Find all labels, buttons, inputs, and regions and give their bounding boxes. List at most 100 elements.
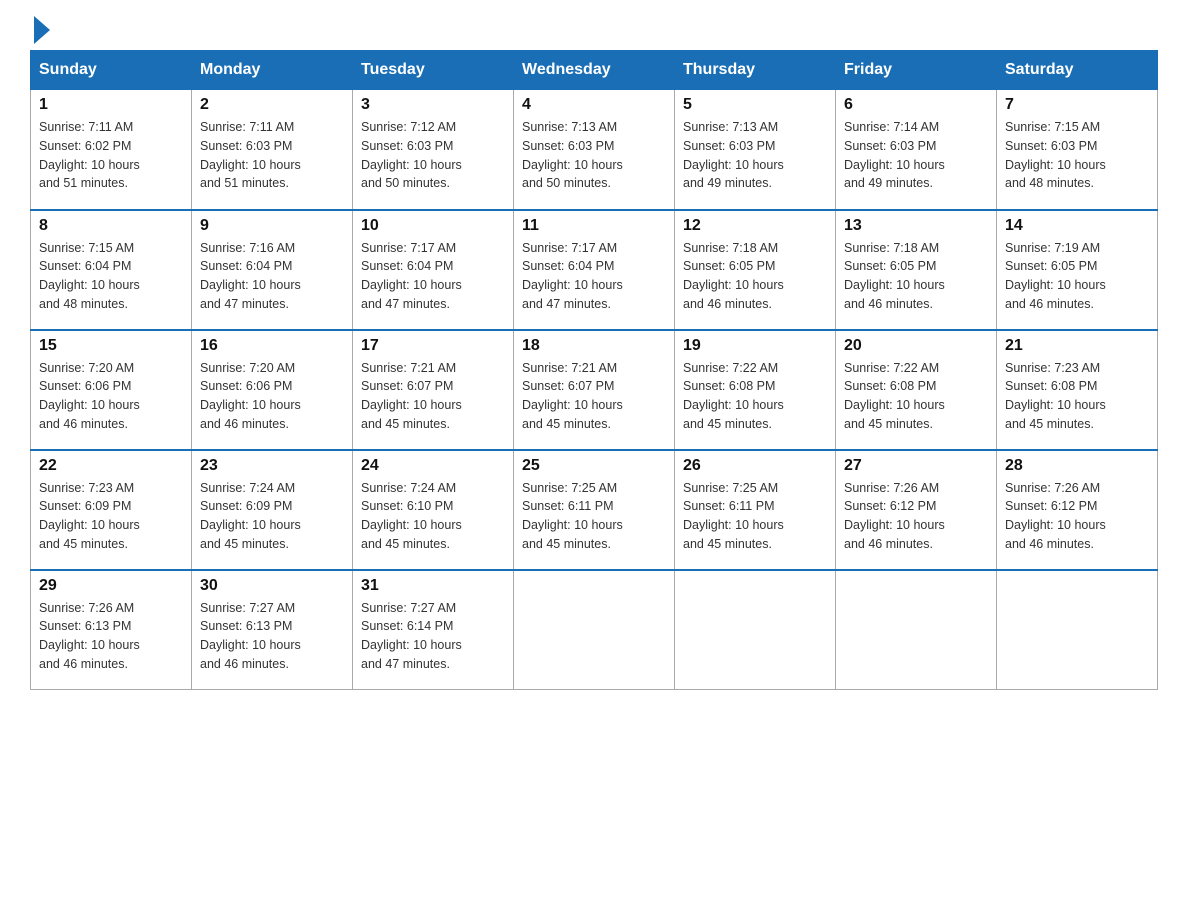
day-info: Sunrise: 7:16 AMSunset: 6:04 PMDaylight:… [200,239,344,314]
day-info: Sunrise: 7:17 AMSunset: 6:04 PMDaylight:… [361,239,505,314]
day-number: 13 [844,217,988,235]
day-info: Sunrise: 7:22 AMSunset: 6:08 PMDaylight:… [844,359,988,434]
day-info: Sunrise: 7:24 AMSunset: 6:10 PMDaylight:… [361,479,505,554]
logo-arrow-icon [34,16,50,44]
day-number: 2 [200,96,344,114]
day-number: 30 [200,577,344,595]
calendar-day-cell: 11 Sunrise: 7:17 AMSunset: 6:04 PMDayligh… [514,210,675,330]
calendar-day-cell: 25 Sunrise: 7:25 AMSunset: 6:11 PMDayligh… [514,450,675,570]
calendar-day-cell [997,570,1158,690]
day-number: 3 [361,96,505,114]
day-info: Sunrise: 7:25 AMSunset: 6:11 PMDaylight:… [522,479,666,554]
calendar-day-cell: 2 Sunrise: 7:11 AMSunset: 6:03 PMDaylight… [192,90,353,210]
day-number: 25 [522,457,666,475]
logo [30,20,50,40]
calendar-week-row: 1 Sunrise: 7:11 AMSunset: 6:02 PMDaylight… [31,90,1158,210]
calendar-day-cell: 27Sunrise: 7:26 AMSunset: 6:12 PMDayligh… [836,450,997,570]
day-info: Sunrise: 7:13 AMSunset: 6:03 PMDaylight:… [522,118,666,193]
calendar-day-cell: 30 Sunrise: 7:27 AMSunset: 6:13 PMDayligh… [192,570,353,690]
day-info: Sunrise: 7:12 AMSunset: 6:03 PMDaylight:… [361,118,505,193]
calendar-day-cell: 4 Sunrise: 7:13 AMSunset: 6:03 PMDaylight… [514,90,675,210]
day-number: 26 [683,457,827,475]
day-number: 4 [522,96,666,114]
day-info: Sunrise: 7:15 AMSunset: 6:04 PMDaylight:… [39,239,183,314]
calendar-day-cell: 17 Sunrise: 7:21 AMSunset: 6:07 PMDayligh… [353,330,514,450]
calendar-day-cell [836,570,997,690]
calendar-day-cell: 6 Sunrise: 7:14 AMSunset: 6:03 PMDaylight… [836,90,997,210]
day-of-week-header: Tuesday [353,51,514,90]
calendar-header: SundayMondayTuesdayWednesdayThursdayFrid… [31,51,1158,90]
day-info: Sunrise: 7:14 AMSunset: 6:03 PMDaylight:… [844,118,988,193]
day-number: 1 [39,96,183,114]
day-number: 10 [361,217,505,235]
day-number: 28 [1005,457,1149,475]
day-info: Sunrise: 7:23 AMSunset: 6:08 PMDaylight:… [1005,359,1149,434]
day-info: Sunrise: 7:15 AMSunset: 6:03 PMDaylight:… [1005,118,1149,193]
day-number: 11 [522,217,666,235]
day-info: Sunrise: 7:25 AMSunset: 6:11 PMDaylight:… [683,479,827,554]
calendar-day-cell: 15Sunrise: 7:20 AMSunset: 6:06 PMDayligh… [31,330,192,450]
calendar-day-cell: 9Sunrise: 7:16 AMSunset: 6:04 PMDaylight… [192,210,353,330]
calendar-day-cell: 12Sunrise: 7:18 AMSunset: 6:05 PMDayligh… [675,210,836,330]
day-info: Sunrise: 7:18 AMSunset: 6:05 PMDaylight:… [844,239,988,314]
calendar-week-row: 15 Sunrise: 7:20 AMSunset: 6:06 PMDayligh… [31,330,1158,450]
day-number: 16 [200,337,344,355]
calendar-day-cell: 16 Sunrise: 7:20 AMSunset: 6:06 PMDayligh… [192,330,353,450]
day-info: Sunrise: 7:24 AMSunset: 6:09 PMDaylight:… [200,479,344,554]
day-info: Sunrise: 7:26 AMSunset: 6:12 PMDaylight:… [1005,479,1149,554]
calendar-day-cell: 1 Sunrise: 7:11 AMSunset: 6:02 PMDaylight… [31,90,192,210]
calendar-day-cell [675,570,836,690]
day-info: Sunrise: 7:27 AMSunset: 6:14 PMDaylight:… [361,599,505,674]
calendar-table: SundayMondayTuesdayWednesdayThursdayFrid… [30,50,1158,690]
day-info: Sunrise: 7:21 AMSunset: 6:07 PMDaylight:… [361,359,505,434]
day-number: 19 [683,337,827,355]
day-info: Sunrise: 7:22 AMSunset: 6:08 PMDaylight:… [683,359,827,434]
day-info: Sunrise: 7:21 AMSunset: 6:07 PMDaylight:… [522,359,666,434]
day-of-week-header: Saturday [997,51,1158,90]
day-info: Sunrise: 7:27 AMSunset: 6:13 PMDaylight:… [200,599,344,674]
calendar-body: 1 Sunrise: 7:11 AMSunset: 6:02 PMDaylight… [31,90,1158,690]
calendar-day-cell: 31 Sunrise: 7:27 AMSunset: 6:14 PMDayligh… [353,570,514,690]
day-number: 22 [39,457,183,475]
page-header [30,20,1158,40]
day-number: 24 [361,457,505,475]
day-of-week-header: Friday [836,51,997,90]
day-number: 27 [844,457,988,475]
day-info: Sunrise: 7:20 AMSunset: 6:06 PMDaylight:… [200,359,344,434]
calendar-day-cell: 10 Sunrise: 7:17 AMSunset: 6:04 PMDayligh… [353,210,514,330]
day-info: Sunrise: 7:26 AMSunset: 6:13 PMDaylight:… [39,599,183,674]
calendar-day-cell: 3 Sunrise: 7:12 AMSunset: 6:03 PMDaylight… [353,90,514,210]
day-number: 31 [361,577,505,595]
day-info: Sunrise: 7:11 AMSunset: 6:03 PMDaylight:… [200,118,344,193]
day-info: Sunrise: 7:23 AMSunset: 6:09 PMDaylight:… [39,479,183,554]
day-number: 17 [361,337,505,355]
day-info: Sunrise: 7:11 AMSunset: 6:02 PMDaylight:… [39,118,183,193]
calendar-day-cell: 14Sunrise: 7:19 AMSunset: 6:05 PMDayligh… [997,210,1158,330]
calendar-day-cell: 23 Sunrise: 7:24 AMSunset: 6:09 PMDayligh… [192,450,353,570]
calendar-day-cell: 19 Sunrise: 7:22 AMSunset: 6:08 PMDayligh… [675,330,836,450]
day-info: Sunrise: 7:13 AMSunset: 6:03 PMDaylight:… [683,118,827,193]
day-info: Sunrise: 7:19 AMSunset: 6:05 PMDaylight:… [1005,239,1149,314]
day-number: 23 [200,457,344,475]
day-of-week-header: Sunday [31,51,192,90]
day-info: Sunrise: 7:17 AMSunset: 6:04 PMDaylight:… [522,239,666,314]
day-of-week-header: Monday [192,51,353,90]
day-of-week-header: Thursday [675,51,836,90]
calendar-week-row: 8Sunrise: 7:15 AMSunset: 6:04 PMDaylight… [31,210,1158,330]
day-number: 15 [39,337,183,355]
calendar-day-cell: 18Sunrise: 7:21 AMSunset: 6:07 PMDayligh… [514,330,675,450]
calendar-day-cell: 29 Sunrise: 7:26 AMSunset: 6:13 PMDayligh… [31,570,192,690]
calendar-day-cell: 20 Sunrise: 7:22 AMSunset: 6:08 PMDayligh… [836,330,997,450]
days-of-week-row: SundayMondayTuesdayWednesdayThursdayFrid… [31,51,1158,90]
calendar-day-cell: 13 Sunrise: 7:18 AMSunset: 6:05 PMDayligh… [836,210,997,330]
day-number: 21 [1005,337,1149,355]
calendar-week-row: 29 Sunrise: 7:26 AMSunset: 6:13 PMDayligh… [31,570,1158,690]
day-info: Sunrise: 7:18 AMSunset: 6:05 PMDaylight:… [683,239,827,314]
day-number: 7 [1005,96,1149,114]
calendar-day-cell: 26 Sunrise: 7:25 AMSunset: 6:11 PMDayligh… [675,450,836,570]
calendar-day-cell: 24 Sunrise: 7:24 AMSunset: 6:10 PMDayligh… [353,450,514,570]
day-number: 20 [844,337,988,355]
day-number: 29 [39,577,183,595]
day-number: 6 [844,96,988,114]
calendar-day-cell: 5Sunrise: 7:13 AMSunset: 6:03 PMDaylight… [675,90,836,210]
